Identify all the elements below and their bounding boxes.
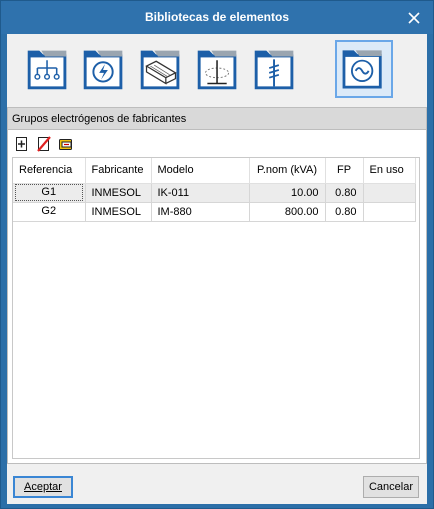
column-header-fabricante[interactable]: Fabricante	[85, 158, 152, 184]
library-button-grounding[interactable]	[189, 40, 247, 98]
cell-fabricante[interactable]: INMESOL	[85, 183, 152, 203]
close-icon	[408, 12, 420, 24]
panel-header: Grupos electrógenos de fabricantes	[8, 108, 426, 130]
lightning-icon	[83, 50, 123, 90]
library-button-surge[interactable]	[246, 40, 304, 98]
cell-en-uso[interactable]	[363, 202, 416, 222]
cell-referencia-text: G1	[15, 184, 83, 201]
column-header-fp[interactable]: FP	[325, 158, 364, 184]
cell-modelo[interactable]: IM-880	[151, 202, 250, 222]
distribution-tree-icon	[27, 50, 67, 90]
add-button[interactable]	[14, 136, 30, 152]
library-toolbar	[7, 34, 427, 106]
title-bar[interactable]: Bibliotecas de elementos	[1, 1, 433, 34]
dialog-body: Grupos electrógenos de fabricantes Refer…	[7, 34, 427, 504]
edit-icon	[59, 139, 72, 150]
generator-icon	[342, 50, 382, 89]
cancel-button[interactable]: Cancelar	[363, 476, 419, 498]
cell-pnom[interactable]: 800.00	[249, 202, 326, 222]
library-button-distribution[interactable]	[19, 40, 77, 98]
table-header-row: Referencia Fabricante Modelo P.nom (kVA)…	[13, 158, 416, 184]
table-row[interactable]: G1 INMESOL IK-011 10.00 0.80	[13, 183, 416, 203]
cell-fabricante[interactable]: INMESOL	[85, 202, 152, 222]
accept-button[interactable]: Aceptar	[13, 476, 73, 498]
accept-label: Aceptar	[24, 481, 62, 493]
cell-fp[interactable]: 0.80	[325, 202, 364, 222]
cell-referencia-text: G2	[41, 205, 57, 217]
column-header-en-uso[interactable]: En uso	[363, 158, 416, 184]
window-title: Bibliotecas de elementos	[144, 10, 290, 24]
cell-en-uso[interactable]	[363, 183, 416, 203]
generators-table: Referencia Fabricante Modelo P.nom (kVA)…	[12, 157, 420, 459]
close-button[interactable]	[403, 7, 425, 29]
library-button-cable-tray[interactable]	[132, 40, 190, 98]
library-button-generator[interactable]	[335, 40, 393, 98]
grounding-icon	[197, 50, 237, 90]
cell-modelo[interactable]: IK-011	[151, 183, 250, 203]
surge-protector-icon	[254, 50, 294, 90]
table-row[interactable]: G2 INMESOL IM-880 800.00 0.80	[13, 202, 416, 222]
delete-button[interactable]	[36, 136, 52, 152]
delete-icon	[37, 136, 51, 152]
edit-button[interactable]	[58, 136, 74, 152]
library-dialog: Bibliotecas de elementos Grupos electróg…	[0, 0, 434, 509]
cell-pnom[interactable]: 10.00	[249, 183, 326, 203]
generators-panel: Grupos electrógenos de fabricantes Refer…	[7, 107, 427, 464]
cell-fp[interactable]: 0.80	[325, 183, 364, 203]
column-header-pnom[interactable]: P.nom (kVA)	[249, 158, 326, 184]
cell-referencia[interactable]: G2	[13, 202, 86, 222]
library-button-protection[interactable]	[75, 40, 133, 98]
cable-tray-icon	[140, 50, 180, 90]
column-header-referencia[interactable]: Referencia	[13, 158, 86, 184]
panel-actions	[14, 134, 134, 154]
column-header-modelo[interactable]: Modelo	[151, 158, 250, 184]
dialog-footer: Aceptar Cancelar	[7, 464, 427, 504]
add-icon	[16, 137, 27, 151]
cell-referencia[interactable]: G1	[13, 183, 86, 203]
